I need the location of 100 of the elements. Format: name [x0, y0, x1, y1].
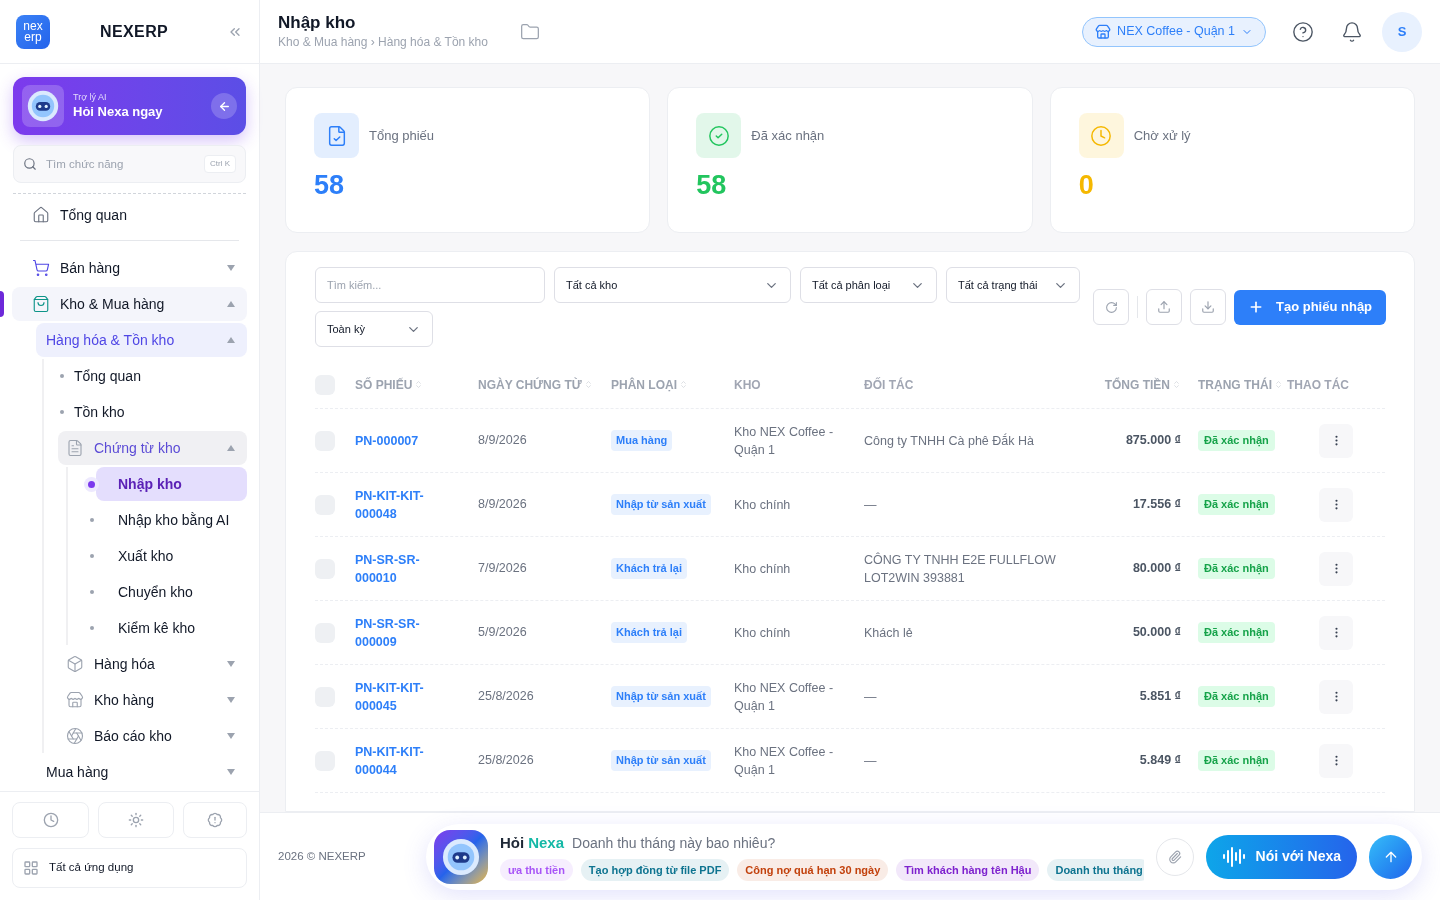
- store-selector[interactable]: NEX Coffee - Quận 1: [1082, 16, 1266, 47]
- nav-item[interactable]: Hàng hóa & Tồn kho: [36, 323, 247, 357]
- table-cell-text: Kho NEX Coffee - Quận 1: [734, 423, 835, 459]
- voucher-link[interactable]: PN-KIT-KIT-000045: [355, 678, 478, 715]
- table-cell-text: Kho chính: [734, 560, 792, 578]
- table-cell-text: Khách lẻ: [864, 624, 914, 642]
- robot-icon: [442, 837, 480, 876]
- stat-label: Tổng phiếu: [369, 126, 435, 145]
- more-actions-button[interactable]: [1319, 679, 1353, 714]
- nav-item[interactable]: Chuyển kho: [96, 575, 247, 609]
- arrow-left-icon[interactable]: [211, 93, 237, 119]
- table-cell-text: 5.851 ₫: [1138, 688, 1181, 706]
- nav-item[interactable]: Báo cáo kho: [58, 719, 247, 753]
- download-button[interactable]: [1190, 289, 1226, 325]
- filter-dropdown[interactable]: Tất cả phân loại: [800, 267, 937, 303]
- table-cell-text: CÔNG TY TNHH E2E FULLFLOW LOT2WIN 393881: [864, 551, 1057, 587]
- copyright: 2026 © NEXERP: [278, 848, 366, 864]
- all-apps-button[interactable]: Tất cả ứng dụng: [12, 848, 247, 888]
- stat-value: 0: [1078, 172, 1095, 199]
- question-field[interactable]: Doanh thu tháng này bao nhiêu?: [572, 832, 1145, 854]
- voucher-link[interactable]: PN-SR-SR-000009: [355, 614, 478, 651]
- send-button[interactable]: [1369, 834, 1412, 879]
- status-tag: Đã xác nhận: [1198, 430, 1275, 451]
- voucher-link[interactable]: PN-KIT-KIT-000044: [355, 742, 478, 779]
- filter-dropdown[interactable]: Tất cả kho: [554, 267, 791, 303]
- history-button[interactable]: [12, 802, 89, 838]
- table-cell-text: 25/8/2026: [478, 752, 535, 770]
- voucher-link[interactable]: PN-000007: [355, 431, 478, 450]
- refresh-button[interactable]: [1093, 289, 1129, 325]
- nav-item[interactable]: Tổng quan: [58, 359, 247, 393]
- filter-dropdown[interactable]: Tất cả trạng thái: [946, 267, 1080, 303]
- table-cell-text: 8/9/2026: [478, 432, 528, 450]
- store-icon: [1095, 23, 1112, 40]
- plus-icon: [1248, 299, 1264, 315]
- more-actions-button[interactable]: [1319, 423, 1353, 458]
- category-tag: Nhập từ sản xuất: [611, 750, 711, 771]
- caret-icon: [227, 661, 235, 667]
- suggestion-chip[interactable]: Doanh thu tháng: [1047, 858, 1145, 881]
- nav-item[interactable]: Kiểm kê kho: [96, 611, 247, 645]
- sort-icon: [1172, 380, 1181, 389]
- sound-wave-icon: [1221, 844, 1246, 869]
- status-tag: Đã xác nhận: [1198, 750, 1275, 771]
- voice-button[interactable]: Nói với Nexa: [1205, 834, 1358, 879]
- table-cell-text: —: [864, 752, 878, 770]
- brand-name: NEXERP: [100, 21, 169, 42]
- create-receipt-button[interactable]: Tạo phiếu nhập: [1234, 289, 1387, 325]
- suggestion-chip[interactable]: Tìm khách hàng tên Hậu: [896, 858, 1040, 881]
- bag-icon: [32, 295, 50, 313]
- table-cell-text: Kho NEX Coffee - Quận 1: [734, 679, 835, 715]
- upload-button[interactable]: [1146, 289, 1182, 325]
- notification-icon[interactable]: [1341, 20, 1363, 43]
- nav-item[interactable]: Tổng quan: [12, 198, 247, 232]
- nav-item[interactable]: Kho & Mua hàng: [12, 287, 247, 321]
- table-cell-text: 5/9/2026: [478, 624, 528, 642]
- more-actions-button[interactable]: [1319, 743, 1353, 778]
- stat-value: 58: [314, 172, 346, 199]
- table-cell-text: Kho chính: [734, 624, 792, 642]
- nav-item[interactable]: Chứng từ kho: [58, 431, 247, 465]
- voucher-link[interactable]: PN-SR-SR-000010: [355, 550, 478, 587]
- suggestion-chip[interactable]: Tạo hợp đồng từ file PDF: [580, 858, 730, 881]
- folder-icon[interactable]: [519, 21, 540, 42]
- alert-button[interactable]: [183, 802, 247, 838]
- status-tag: Đã xác nhận: [1198, 558, 1275, 579]
- nav-item[interactable]: Mua hàng: [36, 755, 247, 789]
- search-field[interactable]: Tìm kiếm...: [315, 267, 545, 303]
- table-cell-text: —: [864, 496, 878, 514]
- nav-item[interactable]: Nhập kho bằng AI: [96, 503, 247, 537]
- nav-item[interactable]: Kho hàng: [58, 683, 247, 717]
- grid-icon: [23, 860, 39, 876]
- user-avatar[interactable]: S: [1382, 11, 1422, 52]
- theme-button[interactable]: [98, 802, 174, 838]
- sort-icon: [414, 380, 424, 389]
- more-actions-button[interactable]: [1319, 487, 1353, 522]
- help-icon[interactable]: [1292, 20, 1314, 43]
- nav-item[interactable]: Tồn kho: [58, 395, 247, 429]
- table-cell-text: 50.000 ₫: [1131, 624, 1181, 642]
- table-cell-text: 17.556 ₫: [1131, 496, 1181, 514]
- clock-icon: [1078, 113, 1124, 158]
- more-actions-button[interactable]: [1319, 615, 1353, 650]
- nav-item[interactable]: Nhập kho: [96, 467, 247, 501]
- sort-icon: [583, 380, 593, 389]
- caret-icon: [227, 337, 235, 343]
- suggestion-chip[interactable]: ưa thu tiền: [500, 858, 573, 881]
- nav-item[interactable]: Xuất kho: [96, 539, 247, 573]
- logo: nex erp: [16, 14, 50, 49]
- caret-icon: [227, 697, 235, 703]
- suggestion-chip[interactable]: Công nợ quá hạn 30 ngày: [737, 858, 889, 881]
- stat-label: Đã xác nhận: [751, 126, 825, 145]
- caret-icon: [227, 733, 235, 739]
- more-actions-button[interactable]: [1319, 551, 1353, 586]
- caret-icon: [227, 769, 235, 775]
- store-icon: [66, 691, 84, 709]
- ai-assistant-card[interactable]: Trợ lý AI Hỏi Nexa ngay: [13, 77, 246, 135]
- nav-item[interactable]: Hàng hóa: [58, 647, 247, 681]
- search-icon: [23, 157, 37, 171]
- column-header: ĐỐI TÁC: [864, 376, 914, 394]
- sort-icon: [679, 380, 688, 389]
- nav-item[interactable]: Bán hàng: [12, 251, 247, 285]
- voucher-link[interactable]: PN-KIT-KIT-000048: [355, 486, 478, 523]
- filter-dropdown[interactable]: Toàn kỳ: [315, 311, 433, 347]
